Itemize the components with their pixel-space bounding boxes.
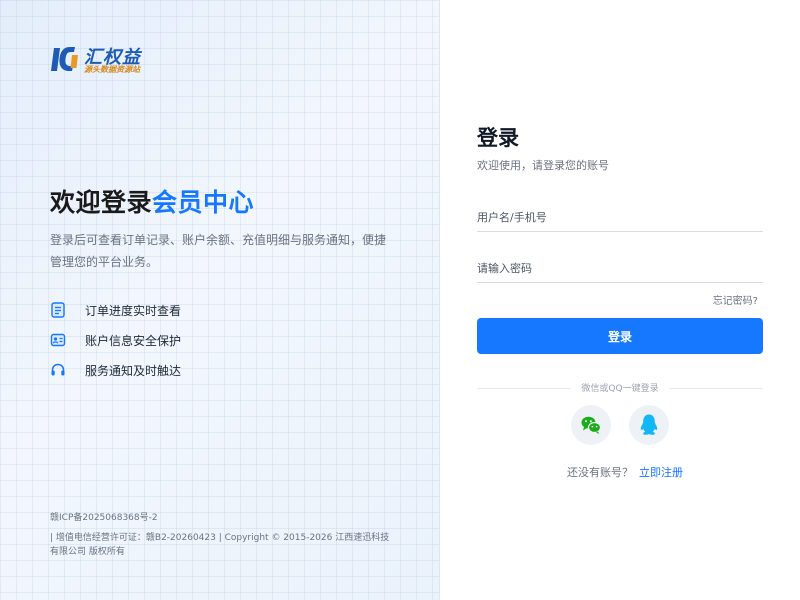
forgot-password-link[interactable]: 忘记密码? [713,292,758,307]
brand-logo[interactable]: 汇权益 源头数据资源站 [50,44,160,76]
account-shield-icon [50,333,66,347]
signup-prompt: 还没有账号？ [567,466,633,479]
wechat-icon [581,416,602,434]
password-input[interactable] [477,255,763,283]
welcome-heading: 欢迎登录会员中心 [50,183,254,219]
brand-tagline: 源头数据资源站 [84,65,140,74]
brand-panel: 汇权益 源头数据资源站 欢迎登录会员中心 登录后可查看订单记录、账户余额、充值明… [0,0,440,600]
welcome-title-highlight: 会员中心 [152,188,255,217]
feature-label: 服务通知及时触达 [85,364,182,378]
logo-mark-icon [51,47,78,71]
register-link[interactable]: 立即注册 [639,466,683,479]
feature-label: 账户信息安全保护 [85,334,182,348]
order-list-icon [51,302,65,318]
qq-login-button[interactable] [629,405,669,445]
social-login-label: 微信或QQ一键登录 [570,381,670,394]
signup-prompt-row: 还没有账号？ 立即注册 [567,464,683,480]
welcome-description: 登录后可查看订单记录、账户余额、充值明细与服务通知，便捷管理您的平台业务。 [50,233,387,269]
welcome-title: 欢迎登录 [50,188,153,217]
username-input[interactable] [477,204,763,232]
login-subtitle: 欢迎使用，请登录您的账号 [477,159,609,172]
icp-record-link[interactable]: 赣ICP备2025068368号-2 [50,510,158,523]
headset-icon [51,363,65,376]
login-title: 登录 [477,126,519,150]
wechat-login-button[interactable] [571,405,611,445]
feature-label: 订单进度实时查看 [85,304,182,318]
login-button[interactable]: 登录 [477,318,763,354]
qq-icon [640,414,658,435]
license-copyright: | 增值电信经营许可证：赣B2-20260423 | Copyright © 2… [50,533,390,557]
